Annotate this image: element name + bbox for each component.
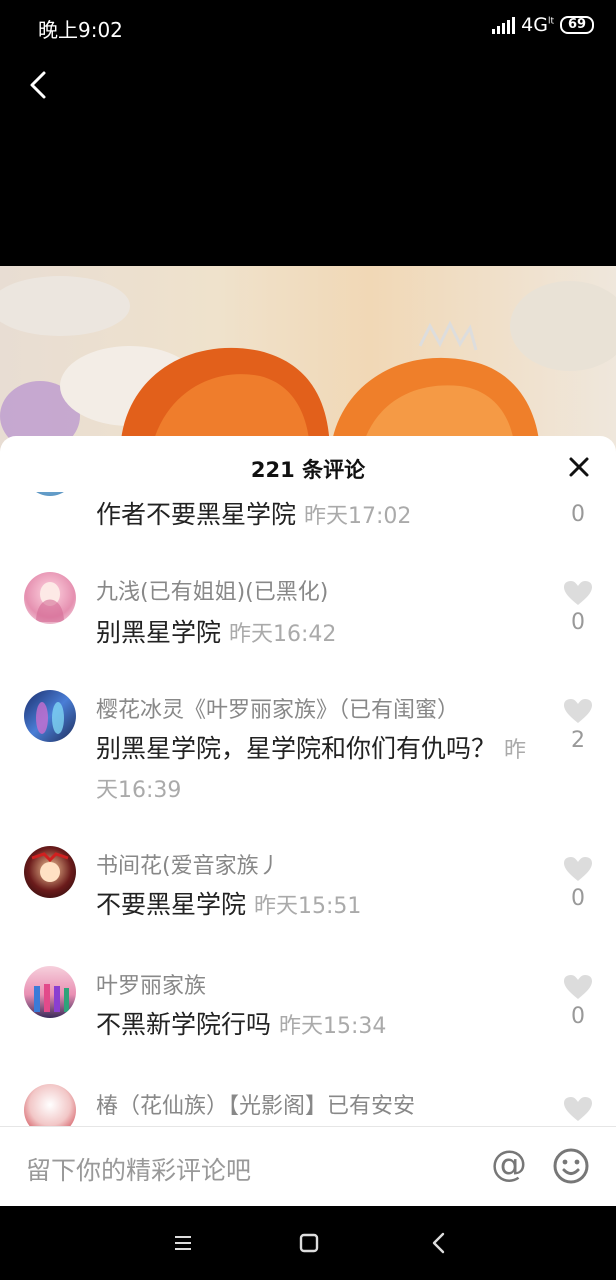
- comment-username[interactable]: 九浅(已有姐姐)(已黑化): [96, 574, 328, 606]
- comment-text: 别黑星学院，星学院和你们有仇吗？ 昨天16:39: [96, 734, 527, 803]
- comment-item[interactable]: 樱花冰灵《叶罗丽家族》（已有闺蜜） 别黑星学院，星学院和你们有仇吗？ 昨天16:3…: [0, 688, 616, 838]
- menu-icon[interactable]: [170, 1230, 196, 1256]
- avatar-illustration: [36, 582, 64, 622]
- comment-item[interactable]: 叶罗丽家族 不黑新学院行吗 昨天15:34 0: [0, 964, 616, 1074]
- avatar-illustration: [36, 702, 64, 734]
- battery-icon: 69: [560, 16, 594, 34]
- comment-sheet: 221 条评论 作者不要黑星学院 昨天17:02 0 九浅(已有姐姐)(已黑化) …: [0, 436, 616, 1206]
- avatar[interactable]: [24, 572, 76, 624]
- video-frame-illustration: [0, 276, 616, 456]
- comment-text: 不黑新学院行吗 昨天15:34: [96, 1010, 387, 1039]
- comment-item[interactable]: 书间花(爱音家族丿 不要黑星学院 昨天15:51 0: [0, 844, 616, 954]
- signal-icon: [492, 16, 516, 34]
- comment-input[interactable]: 留下你的精彩评论吧: [26, 1151, 251, 1187]
- status-time: 晚上9:02: [38, 18, 123, 42]
- like-count: 0: [571, 502, 585, 527]
- avatar[interactable]: [24, 1084, 76, 1126]
- like-button[interactable]: 0: [560, 580, 596, 635]
- like-button[interactable]: 0: [560, 856, 596, 911]
- comment-text: 别黑星学院 昨天16:42: [96, 618, 337, 647]
- comment-sheet-header: 221 条评论: [0, 436, 616, 496]
- home-square-icon[interactable]: [296, 1230, 322, 1256]
- like-count: 0: [571, 610, 585, 635]
- mention-at-icon[interactable]: @: [488, 1145, 530, 1187]
- comment-count: 221 条评论: [250, 458, 366, 482]
- comment-item[interactable]: 作者不要黑星学院 昨天17:02 0: [0, 492, 616, 554]
- video-frame[interactable]: [0, 266, 616, 456]
- comment-username[interactable]: 椿（花仙族）【光影阁】已有安安: [96, 1088, 415, 1120]
- heart-icon: [564, 581, 592, 605]
- comment-username[interactable]: 樱花冰灵《叶罗丽家族》（已有闺蜜）: [96, 692, 459, 724]
- network-type: 4Glt: [521, 14, 554, 36]
- comment-text: 作者不要黑星学院 昨天17:02: [96, 500, 412, 529]
- avatar[interactable]: [24, 690, 76, 742]
- comment-list[interactable]: 作者不要黑星学院 昨天17:02 0 九浅(已有姐姐)(已黑化) 别黑星学院 昨天1…: [0, 492, 616, 1126]
- comment-time: 昨天15:34: [279, 1014, 387, 1039]
- avatar[interactable]: [24, 966, 76, 1018]
- heart-icon: [564, 699, 592, 723]
- avatar[interactable]: [24, 846, 76, 898]
- heart-icon: [564, 857, 592, 881]
- like-button[interactable]: 2: [560, 698, 596, 753]
- status-bar: 晚上9:02 4Glt 69: [0, 0, 616, 54]
- smiley-icon[interactable]: [552, 1147, 590, 1185]
- comment-text: 不要黑星学院 昨天15:51: [96, 890, 362, 919]
- system-nav-bar: [0, 1206, 616, 1280]
- like-count: 0: [571, 1004, 585, 1029]
- nav-back-icon[interactable]: [426, 1230, 452, 1256]
- like-button[interactable]: [560, 1096, 596, 1122]
- like-count: 0: [571, 886, 585, 911]
- comment-time: 昨天17:02: [304, 504, 412, 529]
- status-icons: 4Glt 69: [492, 14, 594, 36]
- comment-username[interactable]: 叶罗丽家族: [96, 968, 206, 1000]
- avatar-illustration: [34, 984, 69, 1012]
- close-icon[interactable]: [568, 456, 590, 478]
- like-count: 2: [571, 728, 585, 753]
- back-icon[interactable]: [22, 68, 56, 102]
- heart-icon: [564, 975, 592, 999]
- comment-input-bar: 留下你的精彩评论吧 @: [0, 1126, 616, 1206]
- comment-username[interactable]: 书间花(爱音家族丿: [96, 848, 281, 880]
- comment-time: 昨天15:51: [254, 894, 362, 919]
- comment-time: 昨天16:42: [229, 622, 337, 647]
- avatar-illustration: [31, 852, 69, 882]
- avatar[interactable]: [24, 492, 76, 496]
- comment-item[interactable]: 九浅(已有姐姐)(已黑化) 别黑星学院 昨天16:42 0: [0, 570, 616, 680]
- like-button[interactable]: 0: [560, 974, 596, 1029]
- like-button[interactable]: 0: [560, 498, 596, 527]
- comment-item[interactable]: 椿（花仙族）【光影阁】已有安安: [0, 1084, 616, 1126]
- heart-icon: [564, 1097, 592, 1121]
